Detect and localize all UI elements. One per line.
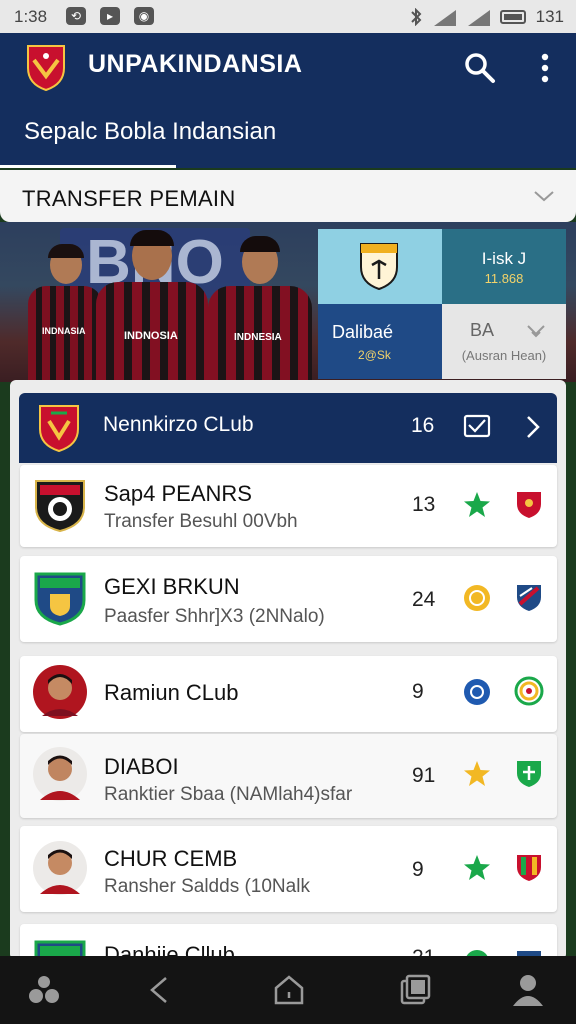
battery-icon <box>499 10 526 24</box>
club-crest-tile <box>318 229 442 304</box>
transfer-row[interactable]: GEXI BRKUN Paasfer Shhr]X3 (2NNalo) 24 <box>20 556 557 642</box>
transfer-name: Danhiie Cllub <box>104 942 235 956</box>
stat-value: 11.868 <box>484 271 524 286</box>
status-time: 1:38 <box>14 7 48 26</box>
transfer-subtitle: Ransher Saldds (10Nalk <box>104 876 310 897</box>
stat-subtitle: (Ausran Hean) <box>461 348 547 363</box>
coin-icon[interactable] <box>463 584 491 612</box>
section-header[interactable]: TRANSFER PEMAIN <box>0 170 576 222</box>
transfer-count: 24 <box>412 588 436 611</box>
transfer-subtitle: Paasfer Shhr]X3 (2NNalo) <box>104 606 325 627</box>
stat-tile: BA (Ausran Hean) <box>442 304 566 379</box>
club-shield-icon <box>517 951 541 956</box>
jersey-text: INDNESIA <box>234 332 282 343</box>
player-figure: INDNASIA <box>26 244 104 382</box>
check-icon <box>527 325 545 338</box>
club-crest-icon <box>34 940 86 956</box>
recent-apps-icon[interactable] <box>397 972 433 1008</box>
player-avatar <box>33 747 87 801</box>
star-icon[interactable] <box>463 491 491 519</box>
featured-club-count: 16 <box>411 414 435 437</box>
transfer-count: 13 <box>412 493 436 516</box>
transfer-name: GEXI BRKUN <box>104 574 240 599</box>
bluetooth-icon <box>410 8 422 26</box>
transfer-row[interactable]: Sap4 PEANRS Transfer Besuhl 00Vbh 13 <box>20 465 557 547</box>
wifi-signal-icon <box>433 10 456 26</box>
battery-level: 131 <box>535 7 564 26</box>
notification-icon: ◉ <box>134 7 154 25</box>
club-info-card[interactable]: I-isk J 11.868 Dalibaé 2@Sk BA (Ausran H… <box>318 229 566 379</box>
transfer-row[interactable]: DIABOI Ranktier Sbaa (NAMlah4)sfar 91 <box>20 734 557 818</box>
transfer-count: 91 <box>412 764 436 787</box>
clock-icon[interactable] <box>463 678 491 706</box>
jersey-text: INDNOSIA <box>124 330 178 342</box>
notification-icon: ▸ <box>100 7 120 25</box>
more-menu-icon[interactable] <box>530 50 560 86</box>
status-dot-icon[interactable] <box>463 948 491 956</box>
back-icon[interactable] <box>142 972 178 1008</box>
club-crest-icon <box>34 572 86 626</box>
transfer-row[interactable]: CHUR CEMB Ransher Saldds (10Nalk 9 <box>20 826 557 912</box>
section-title: TRANSFER PEMAIN <box>22 186 236 211</box>
transfer-row[interactable]: Ramiun CLub 9 <box>20 656 557 732</box>
transfer-count: 21 <box>412 946 435 956</box>
stat-tile: I-isk J 11.868 <box>442 229 566 304</box>
stat-value: 2@Sk <box>358 348 391 362</box>
player-figure: INDNESIA <box>206 236 314 382</box>
club-ring-icon <box>514 676 544 706</box>
featured-club-row[interactable]: Nennkirzo CLub 16 <box>19 393 557 463</box>
cell-signal-icon <box>467 10 490 26</box>
transfer-name: CHUR CEMB <box>104 846 238 871</box>
star-icon[interactable] <box>463 760 491 788</box>
profile-icon[interactable] <box>510 972 546 1008</box>
people-icon[interactable] <box>26 972 62 1008</box>
player-avatar <box>33 665 87 719</box>
jersey-text: INDNASIA <box>42 326 86 336</box>
status-bar: 1:38 ⟲ ▸ ◉ 131 <box>0 0 576 33</box>
transfer-row[interactable]: Danhiie Cllub 21 <box>20 924 557 956</box>
club-crest-icon <box>39 405 79 453</box>
club-crest-icon <box>35 480 85 533</box>
tab-subtitle[interactable]: Sepalc Bobla Indansian <box>24 118 276 146</box>
player-avatar <box>33 841 87 895</box>
chevron-down-icon[interactable] <box>532 184 556 208</box>
transfer-subtitle: Transfer Besuhl 00Vbh <box>104 511 298 532</box>
search-icon[interactable] <box>462 50 498 86</box>
club-shield-icon <box>517 855 541 881</box>
notification-icon: ⟲ <box>66 7 86 25</box>
chevron-right-icon[interactable] <box>523 413 543 441</box>
club-crest-icon <box>360 243 398 291</box>
club-shield-icon <box>517 492 541 518</box>
app-title: UNPAKINDANSIA <box>88 50 303 78</box>
transfer-count: 9 <box>412 858 424 881</box>
player-figure: INDNOSIA <box>94 228 210 382</box>
stat-title: Dalibaé <box>332 322 394 342</box>
featured-club-name: Nennkirzo CLub <box>103 413 254 436</box>
home-icon[interactable] <box>271 972 307 1008</box>
tab-indicator <box>0 165 176 168</box>
stat-tile: Dalibaé 2@Sk <box>318 304 442 379</box>
transfer-count: 9 <box>412 680 424 703</box>
star-icon[interactable] <box>463 854 491 882</box>
transfer-subtitle: Ranktier Sbaa (NAMlah4)sfar <box>104 784 353 805</box>
transfer-name: Ramiun CLub <box>104 680 239 705</box>
app-logo-icon <box>27 45 65 92</box>
stat-title: I-isk J <box>481 249 527 268</box>
navigation-bar <box>0 956 576 1024</box>
mail-icon[interactable] <box>463 413 491 439</box>
club-shield-icon <box>517 585 541 611</box>
transfer-name: DIABOI <box>104 754 179 779</box>
club-shield-icon <box>517 761 541 787</box>
transfer-name: Sap4 PEANRS <box>104 481 252 506</box>
stat-title: BA <box>470 320 495 340</box>
